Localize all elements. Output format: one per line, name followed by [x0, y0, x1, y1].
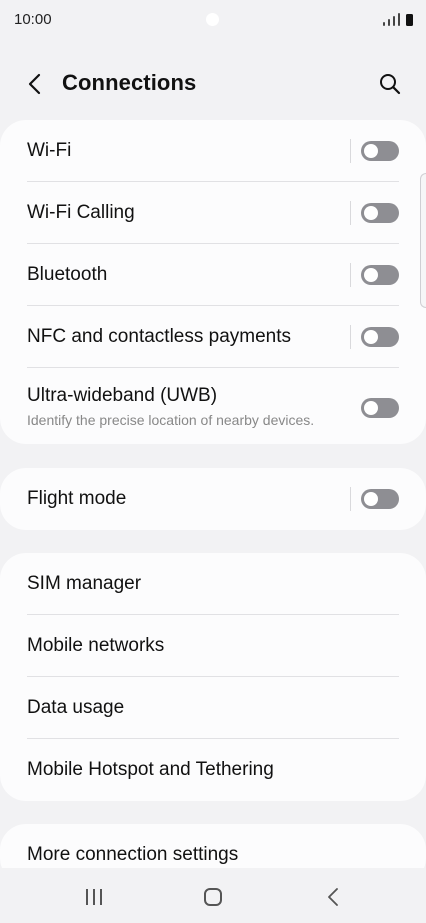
status-bar: 10:00: [0, 0, 426, 40]
wifi-calling-toggle[interactable]: [361, 203, 399, 223]
uwb-toggle[interactable]: [361, 398, 399, 418]
more-connection-settings-label: More connection settings: [27, 844, 239, 865]
wifi-row[interactable]: Wi-Fi: [0, 120, 426, 182]
mobile-networks-row[interactable]: Mobile networks: [0, 615, 426, 677]
data-usage-row[interactable]: Data usage: [0, 677, 426, 739]
divider: [350, 201, 351, 225]
sim-manager-label: SIM manager: [27, 573, 142, 594]
divider: [350, 263, 351, 287]
navigation-bar: [0, 868, 426, 923]
bluetooth-toggle[interactable]: [361, 265, 399, 285]
connections-group-wireless: Wi-Fi Wi-Fi Calling Bluetooth NFC and co…: [0, 120, 426, 444]
battery-icon: [406, 14, 413, 26]
hotspot-label: Mobile Hotspot and Tethering: [27, 759, 274, 780]
bluetooth-label: Bluetooth: [27, 264, 108, 285]
signal-battery-icons: [383, 12, 413, 26]
camera-cutout: [206, 13, 219, 26]
divider: [350, 325, 351, 349]
mobile-networks-label: Mobile networks: [27, 635, 165, 656]
uwb-subtitle: Identify the precise location of nearby …: [27, 412, 315, 428]
wifi-toggle[interactable]: [361, 141, 399, 161]
connections-group-flight: Flight mode: [0, 468, 426, 530]
wifi-label: Wi-Fi: [27, 140, 72, 161]
signal-icon: [383, 22, 385, 26]
arrow-left-icon[interactable]: [24, 72, 48, 96]
hotspot-row[interactable]: Mobile Hotspot and Tethering: [0, 739, 426, 801]
sim-manager-row[interactable]: SIM manager: [0, 553, 426, 615]
data-usage-label: Data usage: [27, 697, 125, 718]
app-header: Connections: [0, 62, 426, 106]
flight-mode-toggle[interactable]: [361, 489, 399, 509]
uwb-label: Ultra-wideband (UWB): [27, 385, 218, 406]
scrollbar[interactable]: [420, 173, 426, 308]
flight-mode-row[interactable]: Flight mode: [0, 468, 426, 530]
bluetooth-row[interactable]: Bluetooth: [0, 244, 426, 306]
wifi-calling-label: Wi-Fi Calling: [27, 202, 135, 223]
wifi-calling-row[interactable]: Wi-Fi Calling: [0, 182, 426, 244]
back-icon[interactable]: [324, 887, 344, 907]
flight-mode-label: Flight mode: [27, 488, 127, 509]
status-time: 10:00: [14, 11, 52, 28]
nfc-row[interactable]: NFC and contactless payments: [0, 306, 426, 368]
nfc-label: NFC and contactless payments: [27, 326, 292, 347]
home-icon[interactable]: [204, 888, 222, 906]
connections-group-network: SIM manager Mobile networks Data usage M…: [0, 553, 426, 801]
search-icon[interactable]: [378, 72, 402, 96]
recents-icon[interactable]: [86, 889, 104, 905]
divider: [350, 139, 351, 163]
nfc-toggle[interactable]: [361, 327, 399, 347]
page-title: Connections: [62, 70, 197, 95]
divider: [350, 487, 351, 511]
uwb-row[interactable]: Ultra-wideband (UWB) Identify the precis…: [0, 368, 426, 444]
